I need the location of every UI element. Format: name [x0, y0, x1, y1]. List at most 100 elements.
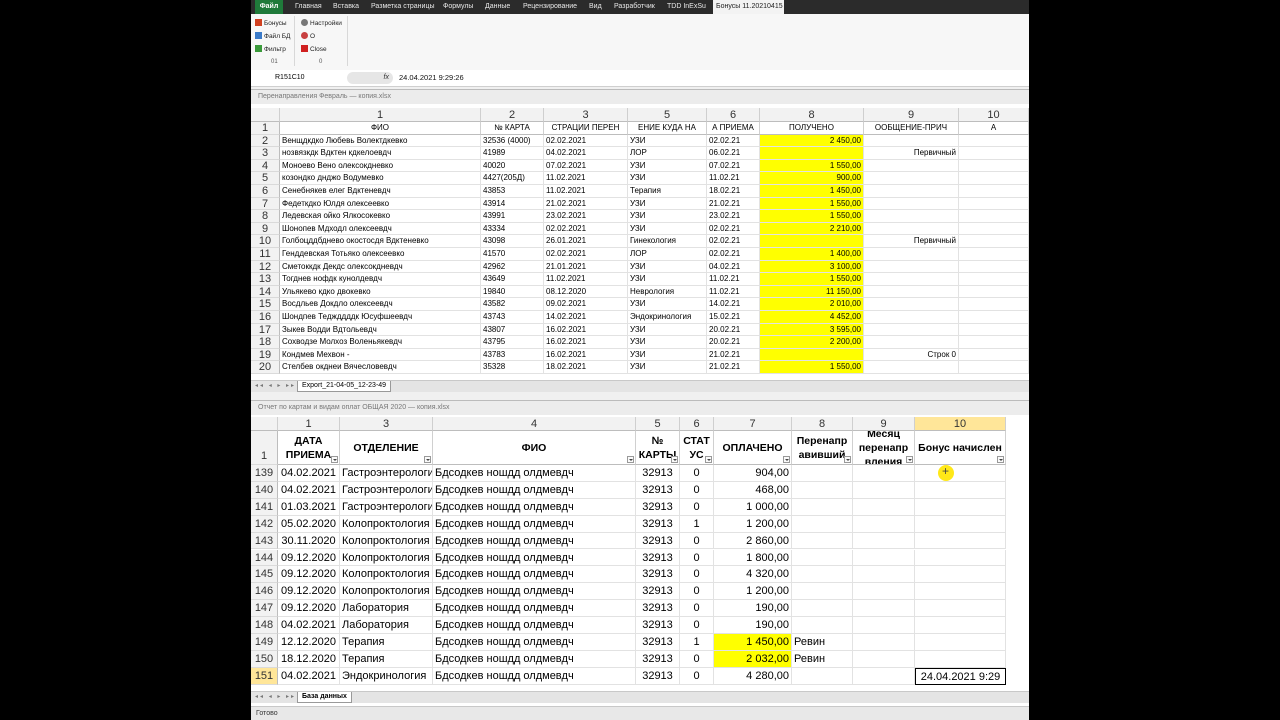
table-cell[interactable]: 11.02.2021 — [544, 273, 628, 286]
tab-page-layout[interactable]: Разметка страницы — [371, 0, 435, 14]
table-cell[interactable]: 468,00 — [714, 481, 792, 499]
table-cell[interactable]: Бдсодкев ношдд олдмевдч — [433, 549, 636, 567]
table-cell[interactable]: Терапия — [628, 185, 707, 198]
table-cell[interactable]: 08.12.2020 — [544, 285, 628, 299]
table-cell[interactable]: 1 — [680, 515, 714, 533]
table-cell[interactable]: Колопроктология — [340, 532, 433, 550]
table-cell[interactable]: 0 — [680, 549, 714, 567]
table-cell[interactable]: 11.02.2021 — [544, 172, 628, 185]
table-cell[interactable]: Колопроктология — [340, 566, 433, 584]
table-cell[interactable] — [792, 549, 853, 567]
table-cell[interactable]: 1 550,00 — [760, 210, 864, 223]
table-cell[interactable]: Зыкев Водди Вдтольевдч — [280, 323, 481, 337]
table-cell[interactable]: Восдльев Докдло олексеевдч — [280, 298, 481, 311]
row-header[interactable]: 10 — [251, 235, 280, 248]
table-cell[interactable]: 4 280,00 — [714, 667, 792, 685]
table-cell[interactable]: УЗИ — [628, 210, 707, 223]
table-cell[interactable]: Гинекология — [628, 235, 707, 248]
table-cell[interactable]: 32913 — [636, 650, 680, 668]
table-cell[interactable]: Бдсодкев ношдд олдмевдч — [433, 650, 636, 668]
table-cell[interactable] — [792, 498, 853, 516]
table-cell[interactable]: 11.02.21 — [707, 273, 760, 286]
table-cell[interactable]: 32913 — [636, 583, 680, 601]
table-cell[interactable]: 18.02.2021 — [544, 361, 628, 374]
row-header[interactable]: 15 — [251, 298, 280, 311]
table-cell[interactable]: 07.02.2021 — [544, 159, 628, 173]
tab-file[interactable]: Файл — [255, 0, 283, 14]
filter-dropdown-icon[interactable] — [671, 456, 678, 463]
table-cell[interactable]: 0 — [680, 532, 714, 550]
select-all-corner[interactable] — [251, 417, 278, 431]
column-header[interactable]: 5 — [628, 108, 707, 122]
table-cell[interactable]: 0 — [680, 650, 714, 668]
table-cell[interactable]: 11.02.2021 — [544, 185, 628, 198]
table-cell[interactable] — [853, 617, 915, 634]
table-cell[interactable]: 4 320,00 — [714, 566, 792, 584]
table-cell[interactable]: 07.02.21 — [707, 159, 760, 173]
table-cell[interactable]: 30.11.2020 — [278, 532, 340, 550]
table-cell[interactable]: 0 — [680, 498, 714, 516]
tab-bonuses[interactable]: Бонусы 11.20210415 — [713, 0, 784, 14]
sheet-tab-export[interactable]: Export_21-04-05_12-23-49 — [297, 381, 392, 392]
table-cell[interactable]: 0 — [680, 667, 714, 685]
table-cell[interactable]: 43098 — [481, 235, 544, 248]
table-cell[interactable]: УЗИ — [628, 172, 707, 185]
table-cell[interactable]: 1 400,00 — [760, 248, 864, 261]
table-cell[interactable] — [915, 650, 1006, 668]
row-header[interactable]: 18 — [251, 336, 280, 349]
sheet-nav-arrows[interactable]: ◂◂ ◂ ▸ ▸▸ — [255, 381, 296, 391]
table-cell[interactable]: 1 000,00 — [714, 498, 792, 516]
table-cell[interactable] — [915, 583, 1006, 601]
table-cell[interactable]: УЗИ — [628, 273, 707, 286]
table-cell[interactable]: 3 100,00 — [760, 260, 864, 274]
table-cell[interactable]: 21.02.2021 — [544, 197, 628, 211]
table-cell[interactable] — [864, 159, 959, 173]
table-cell[interactable] — [864, 260, 959, 274]
table-cell[interactable]: 900,00 — [760, 172, 864, 185]
table-cell[interactable]: 09.12.2020 — [278, 549, 340, 567]
table-cell[interactable] — [915, 617, 1006, 634]
table-cell[interactable]: 11.02.21 — [707, 285, 760, 299]
tab-formulas[interactable]: Формулы — [443, 0, 473, 14]
table-cell[interactable]: Эндокринология — [340, 667, 433, 685]
filter-dropdown-icon[interactable] — [844, 456, 851, 463]
table-cell[interactable]: Бдсодкев ношдд олдмевдч — [433, 481, 636, 499]
table-cell[interactable] — [959, 210, 1029, 223]
table-cell[interactable] — [959, 361, 1029, 374]
table-cell[interactable]: 1 550,00 — [760, 197, 864, 211]
table-cell[interactable]: Моноево Вено олексокдневко — [280, 159, 481, 173]
table-cell[interactable]: 09.12.2020 — [278, 566, 340, 584]
table-cell[interactable]: 41570 — [481, 248, 544, 261]
table-cell[interactable]: 18.12.2020 — [278, 650, 340, 668]
table-cell[interactable]: Бдсодкев ношдд олдмевдч — [433, 465, 636, 482]
table-cell[interactable]: 0 — [680, 617, 714, 634]
row-header[interactable]: 151 — [251, 667, 278, 685]
table-cell[interactable]: 21.02.21 — [707, 348, 760, 362]
column-header[interactable]: 9 — [853, 417, 915, 431]
table-cell[interactable] — [959, 248, 1029, 261]
table-cell[interactable] — [959, 336, 1029, 349]
table-cell[interactable]: 0 — [680, 583, 714, 601]
row-header[interactable]: 1 — [251, 122, 280, 135]
table-cell[interactable] — [864, 273, 959, 286]
table-cell[interactable]: 41989 — [481, 147, 544, 160]
table-cell[interactable]: 2 450,00 — [760, 134, 864, 148]
table-cell[interactable]: Бдсодкев ношдд олдмевдч — [433, 667, 636, 685]
table-cell[interactable] — [864, 210, 959, 223]
row-header[interactable]: 143 — [251, 532, 278, 550]
table-cell[interactable]: Бдсодкев ношдд олдмевдч — [433, 498, 636, 516]
table-cell[interactable] — [959, 311, 1029, 324]
tab-tdd-inexsu[interactable]: TDD InExSu — [667, 0, 706, 14]
table-cell[interactable] — [792, 532, 853, 550]
table-cell[interactable]: 21.02.21 — [707, 197, 760, 211]
table-cell[interactable]: 4427(205Д) — [481, 172, 544, 185]
row-header[interactable]: 1 — [251, 431, 278, 465]
table-cell[interactable]: 21.02.21 — [707, 361, 760, 374]
row-header[interactable]: 3 — [251, 147, 280, 160]
table-cell[interactable] — [853, 465, 915, 482]
table-cell[interactable]: 18.02.21 — [707, 185, 760, 198]
column-header[interactable]: 10 — [959, 108, 1029, 122]
table-cell[interactable]: 1 450,00 — [760, 185, 864, 198]
row-header[interactable]: 19 — [251, 348, 280, 362]
table-cell[interactable]: 16.02.2021 — [544, 323, 628, 337]
